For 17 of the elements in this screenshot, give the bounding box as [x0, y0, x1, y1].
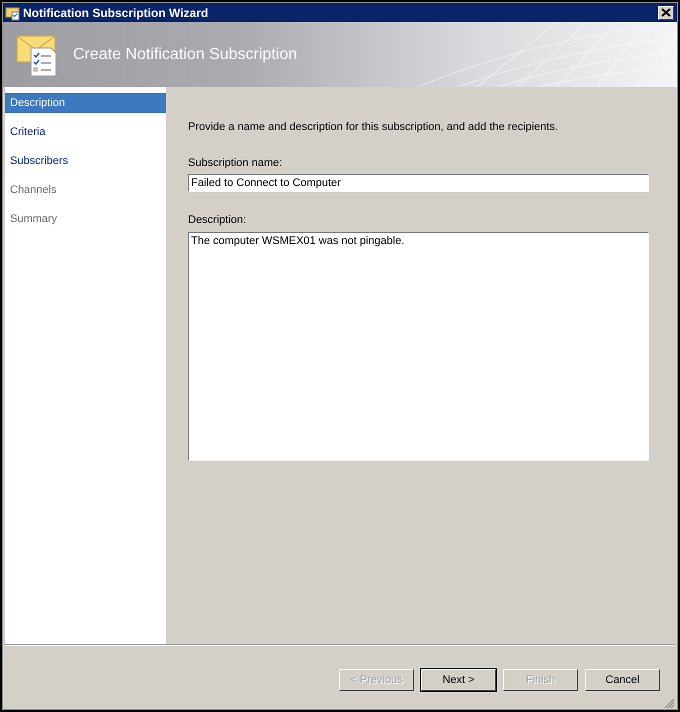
description-field[interactable]: The computer WSMEX01 was not pingable. [188, 232, 649, 461]
header-title: Create Notification Subscription [73, 46, 298, 64]
window-title: Notification Subscription Wizard [23, 6, 210, 20]
wizard-button[interactable]: Next > [421, 668, 496, 690]
close-button[interactable] [658, 6, 674, 20]
sidebar-item[interactable]: Summary [5, 209, 166, 229]
field-label: Subscription name: [188, 157, 284, 169]
wizard-button[interactable]: Cancel [585, 668, 660, 690]
instruction-text: Provide a name and description for this subscription, and add the recipients. [188, 121, 559, 133]
sidebar-item[interactable]: Channels [5, 180, 166, 200]
subscription-name-field[interactable]: Failed to Connect to Computer [188, 174, 649, 192]
sidebar-item[interactable]: Criteria [5, 122, 166, 142]
sidebar-item[interactable]: Subscribers [5, 151, 166, 171]
resize-grip-icon[interactable] [663, 697, 675, 709]
field-label: Description: [188, 214, 248, 226]
sidebar-item[interactable]: Description [5, 93, 166, 113]
app-icon [5, 4, 21, 20]
